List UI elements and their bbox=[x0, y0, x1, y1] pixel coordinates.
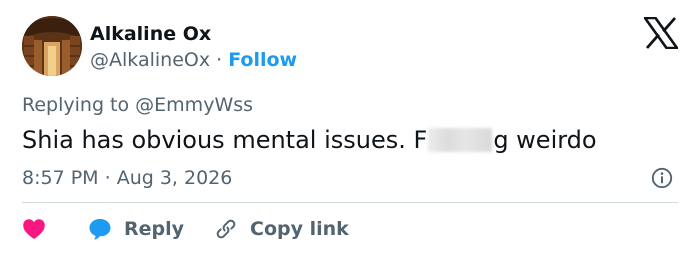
link-icon bbox=[216, 219, 236, 239]
tweet-text: Shia has obvious mental issues. F g weird… bbox=[22, 125, 597, 155]
divider bbox=[22, 202, 678, 203]
tweet-text-end: g weirdo bbox=[493, 126, 597, 154]
speech-bubble-icon bbox=[89, 219, 111, 240]
replying-to-handle[interactable]: @EmmyWss bbox=[135, 94, 253, 116]
reply-label: Reply bbox=[124, 218, 185, 240]
tweet-timestamp[interactable]: 8:57 PM · Aug 3, 2026 bbox=[22, 166, 232, 190]
info-icon[interactable] bbox=[651, 167, 673, 189]
replying-to-line: Replying to @EmmyWss bbox=[22, 93, 253, 117]
heart-icon bbox=[23, 219, 45, 239]
tweet-date: Aug 3, 2026 bbox=[116, 167, 233, 189]
handle-separator: · bbox=[216, 49, 223, 71]
author-handle-line: @AlkalineOx · Follow bbox=[90, 48, 297, 72]
x-logo-icon[interactable] bbox=[644, 17, 678, 49]
author-name[interactable]: Alkaline Ox bbox=[90, 22, 211, 46]
follow-button[interactable]: Follow bbox=[228, 49, 297, 71]
copy-link-button[interactable]: Copy link bbox=[214, 217, 349, 241]
timestamp-separator: · bbox=[104, 167, 111, 189]
tweet-text-start: Shia has obvious mental issues. F bbox=[22, 126, 428, 154]
author-handle[interactable]: @AlkalineOx bbox=[90, 49, 210, 71]
like-button[interactable] bbox=[22, 218, 46, 240]
replying-prefix: Replying to bbox=[22, 94, 130, 116]
action-bar: Reply Copy link bbox=[22, 216, 349, 242]
library-photo-avatar bbox=[22, 16, 82, 76]
avatar[interactable] bbox=[22, 16, 82, 76]
tweet-time: 8:57 PM bbox=[22, 167, 99, 189]
copy-link-label: Copy link bbox=[250, 218, 349, 240]
reply-button[interactable]: Reply bbox=[88, 217, 184, 241]
censor-blur bbox=[428, 128, 493, 152]
